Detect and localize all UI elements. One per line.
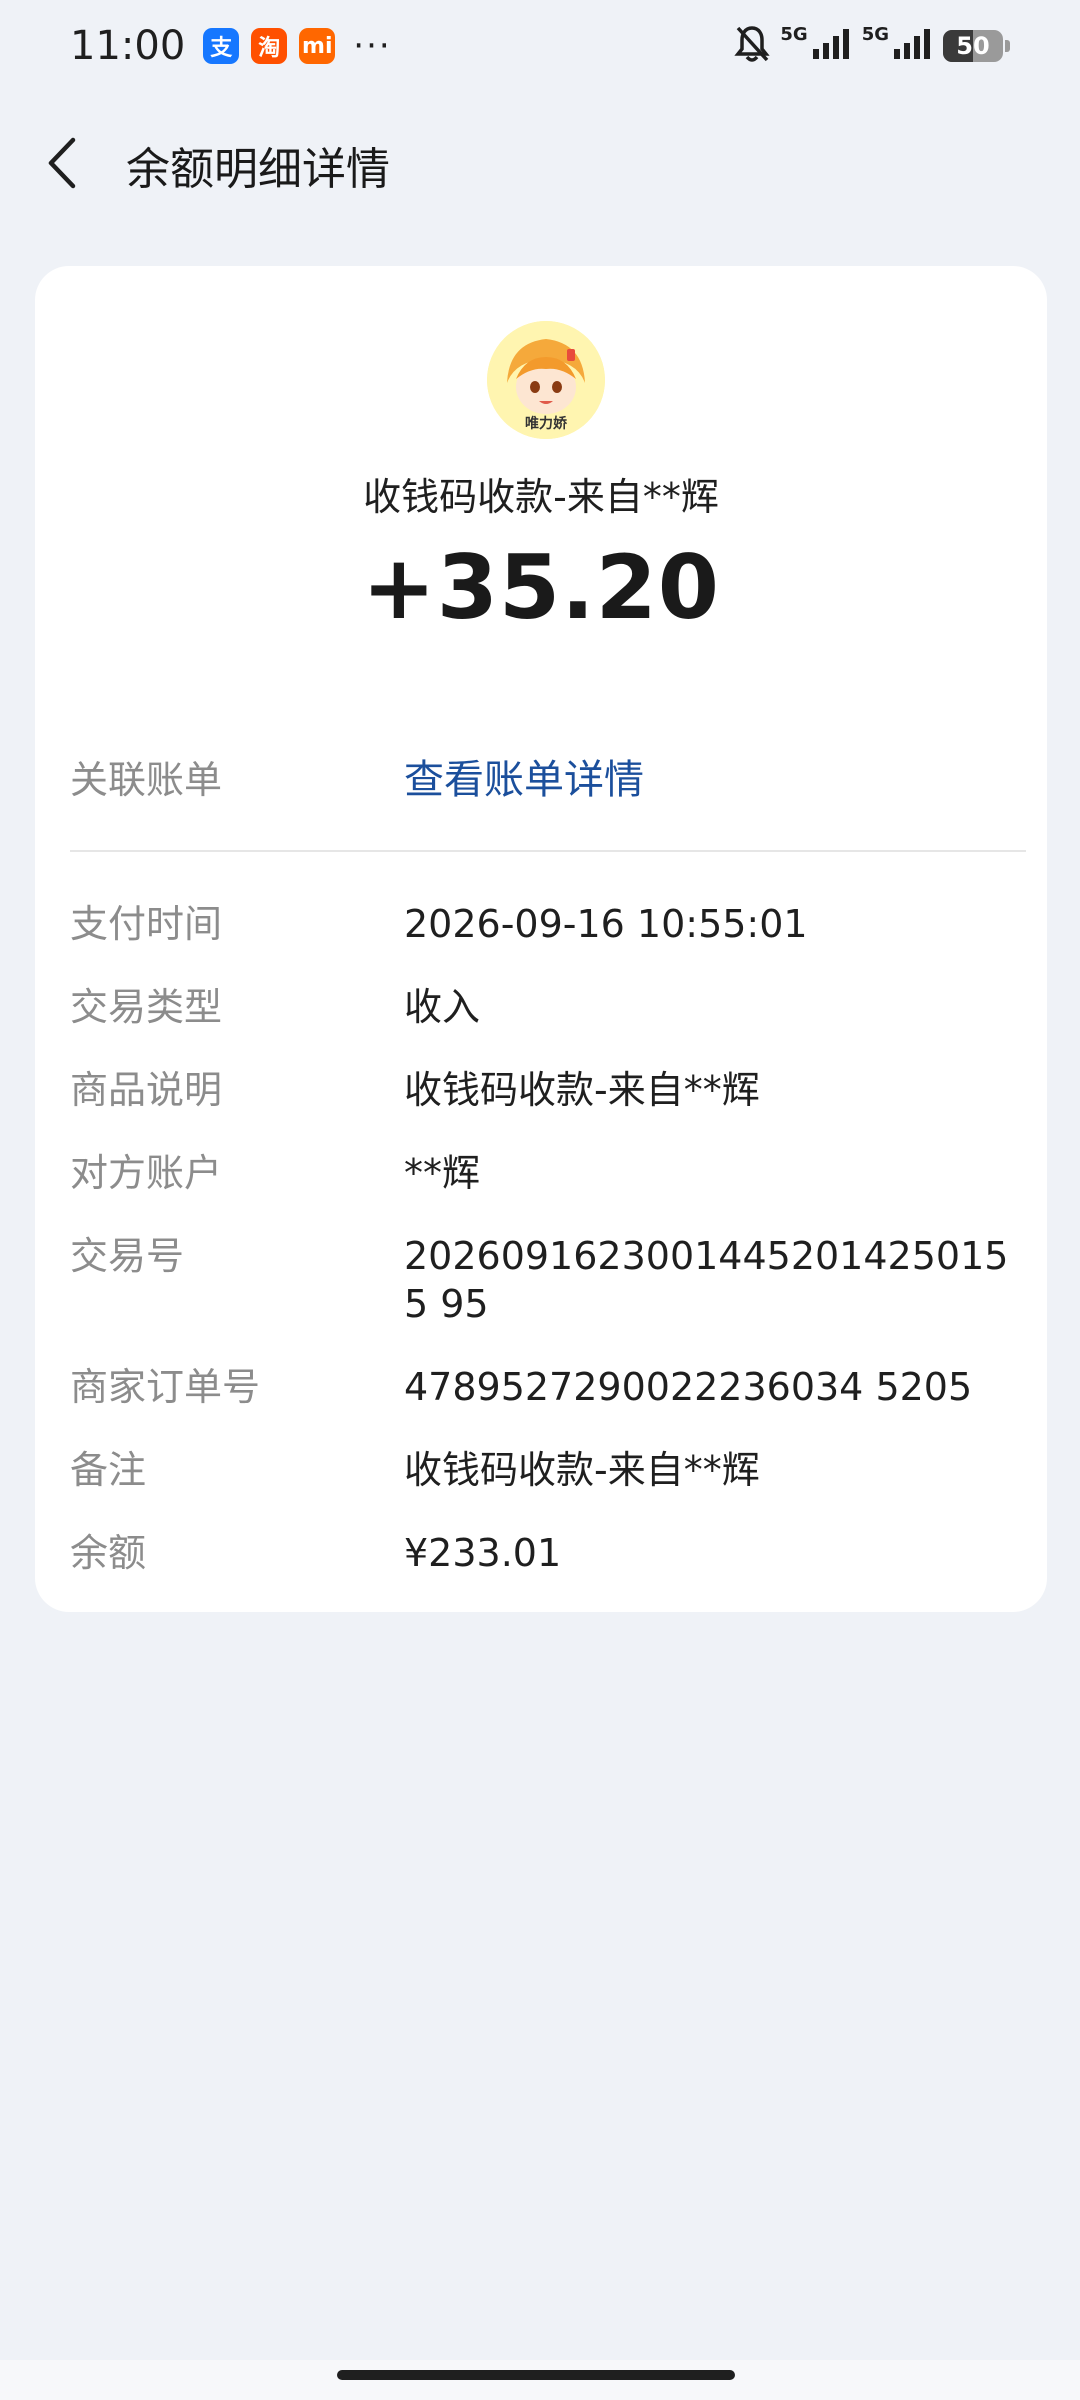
detail-row-pay-time: 支付时间 2026-09-16 10:55:01 xyxy=(70,900,1030,948)
detail-label: 商品说明 xyxy=(70,1068,223,1112)
transaction-title: 收钱码收款-来自**辉 xyxy=(363,475,719,519)
detail-value: 2026-09-16 10:55:01 xyxy=(404,902,808,946)
divider xyxy=(70,850,1026,852)
detail-row-trade-type: 交易类型 收入 xyxy=(70,983,1030,1031)
detail-value: **辉 xyxy=(404,1151,481,1195)
transaction-amount: +35.20 xyxy=(361,536,721,639)
status-time: 11:00 xyxy=(70,23,186,69)
detail-value: ¥233.01 xyxy=(404,1531,562,1575)
detail-row-balance: 余额 ¥233.01 xyxy=(70,1529,1030,1577)
detail-row-counterparty: 对方账户 **辉 xyxy=(70,1149,1030,1197)
detail-label: 商家订单号 xyxy=(70,1365,261,1409)
payer-avatar: 唯力娇 xyxy=(487,321,605,439)
detail-label: 支付时间 xyxy=(70,902,223,946)
avatar-caption: 唯力娇 xyxy=(525,416,567,432)
detail-label: 余额 xyxy=(70,1531,147,1575)
battery-percentage: 50 xyxy=(956,32,990,60)
home-indicator[interactable] xyxy=(337,2370,735,2380)
detail-row-product-desc: 商品说明 收钱码收款-来自**辉 xyxy=(70,1066,1030,1114)
detail-value[interactable]: 20260916230014452014250155 95 xyxy=(404,1232,1030,1328)
mute-bell-icon xyxy=(734,24,771,68)
back-button[interactable] xyxy=(32,130,92,200)
detail-value: 收入 xyxy=(404,985,481,1029)
status-indicators: 5G 5G 50 xyxy=(734,24,1010,68)
detail-row-merchant-order: 商家订单号 4789527290022236034 5205 xyxy=(70,1363,1030,1411)
more-notifications-icon: ··· xyxy=(353,26,392,66)
network-type-label-2: 5G xyxy=(861,23,889,45)
battery-cap xyxy=(1005,40,1010,52)
chevron-left-icon xyxy=(45,136,79,194)
detail-label: 备注 xyxy=(70,1448,147,1492)
page-title: 余额明细详情 xyxy=(126,144,390,195)
signal-icon xyxy=(812,27,852,65)
navigation-bar xyxy=(0,2360,1080,2400)
detail-value: 收钱码收款-来自**辉 xyxy=(404,1448,760,1492)
related-bill-row: 关联账单 查看账单详情 xyxy=(70,756,1030,804)
network-type-label-1: 5G xyxy=(780,23,808,45)
detail-value[interactable]: 4789527290022236034 5205 xyxy=(404,1363,1030,1411)
detail-row-remark: 备注 收钱码收款-来自**辉 xyxy=(70,1446,1030,1494)
detail-label: 交易号 xyxy=(70,1234,185,1278)
transaction-detail-card: 唯力娇 收钱码收款-来自**辉 +35.20 关联账单 查看账单详情 支付时间 … xyxy=(35,266,1047,1612)
detail-label: 交易类型 xyxy=(70,985,223,1029)
app-header: 余额明细详情 xyxy=(0,120,1080,210)
view-bill-details-link[interactable]: 查看账单详情 xyxy=(404,756,1030,804)
status-bar: 11:00 支 淘 mi ··· 5G 5G 50 xyxy=(0,0,1080,92)
signal-icon xyxy=(893,27,933,65)
related-bill-label: 关联账单 xyxy=(70,758,223,802)
taobao-icon: 淘 xyxy=(251,28,288,64)
detail-row-trade-no: 交易号 20260916230014452014250155 95 xyxy=(70,1232,1030,1328)
detail-label: 对方账户 xyxy=(70,1151,223,1195)
alipay-icon: 支 xyxy=(203,28,240,64)
battery-icon: 50 xyxy=(943,30,1003,62)
detail-value: 收钱码收款-来自**辉 xyxy=(404,1068,760,1112)
mi-icon: mi xyxy=(299,28,336,64)
